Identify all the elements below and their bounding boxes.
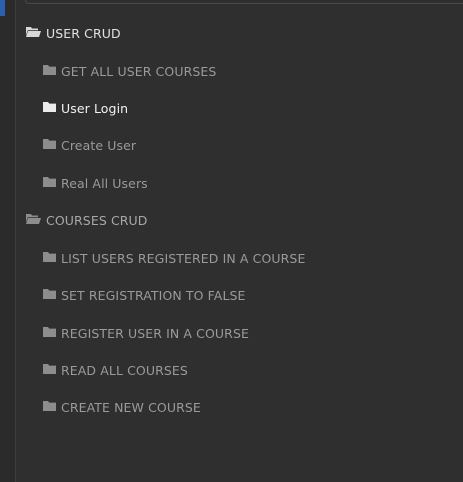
- folder-icon: [43, 326, 56, 341]
- tree-group-label: COURSES CRUD: [46, 212, 148, 228]
- tree-item[interactable]: Create User: [43, 134, 136, 156]
- tree-group-user-crud[interactable]: USER CRUD: [26, 22, 121, 44]
- tree-item[interactable]: GET ALL USER COURSES: [43, 60, 216, 82]
- tree-item-label: Real All Users: [61, 175, 148, 191]
- folder-icon: [43, 363, 56, 378]
- search-input[interactable]: [25, 0, 463, 4]
- tree-item-label: User Login: [61, 100, 129, 116]
- rail-accent: [0, 0, 5, 16]
- tree-item-label: SET REGISTRATION TO FALSE: [61, 287, 246, 303]
- tree-item[interactable]: READ ALL COURSES: [43, 359, 188, 381]
- folder-icon: [43, 288, 56, 303]
- folder-icon: [43, 64, 56, 79]
- tree-item[interactable]: CREATE NEW COURSE: [43, 396, 201, 418]
- tree-group-label: USER CRUD: [46, 25, 121, 41]
- folder-open-icon: [26, 26, 41, 41]
- tree-item-label: CREATE NEW COURSE: [61, 399, 201, 415]
- folder-open-icon: [26, 213, 41, 228]
- tree-item[interactable]: Real All Users: [43, 172, 148, 194]
- folder-icon: [43, 101, 56, 116]
- tree-item-active[interactable]: User Login: [43, 97, 128, 119]
- tree-item[interactable]: SET REGISTRATION TO FALSE: [43, 284, 246, 306]
- tree-item-label: GET ALL USER COURSES: [61, 63, 217, 79]
- folder-icon: [43, 251, 56, 266]
- tree-group-courses-crud[interactable]: COURSES CRUD: [26, 209, 148, 231]
- folder-icon: [43, 138, 56, 153]
- tree-item-label: Create User: [61, 137, 137, 153]
- folder-icon: [43, 400, 56, 415]
- left-rail: [0, 0, 16, 482]
- tree-item-label: LIST USERS REGISTERED IN A COURSE: [61, 250, 306, 266]
- tree-item[interactable]: LIST USERS REGISTERED IN A COURSE: [43, 247, 305, 269]
- folder-icon: [43, 176, 56, 191]
- tree-item[interactable]: REGISTER USER IN A COURSE: [43, 322, 249, 344]
- tree-item-label: READ ALL COURSES: [61, 362, 188, 378]
- tree-item-label: REGISTER USER IN A COURSE: [61, 325, 249, 341]
